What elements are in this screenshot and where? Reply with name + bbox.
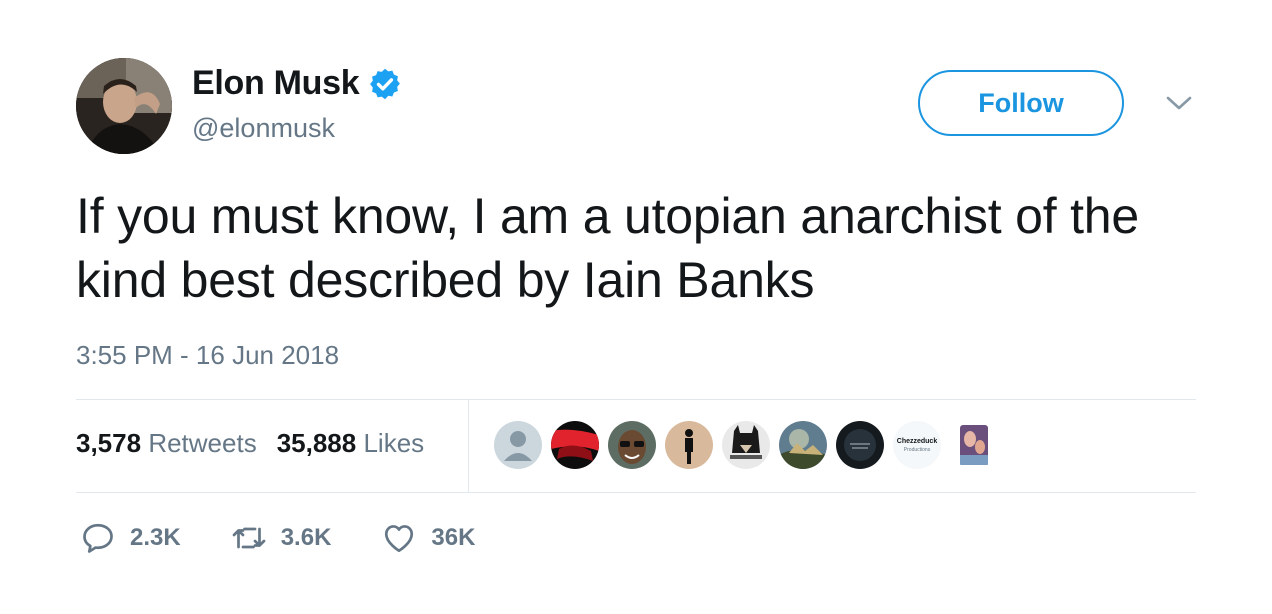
author-name[interactable]: Elon Musk	[192, 64, 360, 103]
reply-count: 2.3K	[130, 524, 181, 551]
follow-button[interactable]: Follow	[918, 70, 1124, 136]
heart-icon	[385, 525, 414, 553]
engagement-stats: 3,578 Retweets 35,888 Likes	[76, 428, 444, 459]
author-handle[interactable]: @elonmusk	[192, 113, 335, 144]
chezzeduck-subtitle: Productions	[903, 446, 931, 453]
reply-icon	[83, 523, 113, 553]
liker-avatar[interactable]	[950, 421, 998, 469]
tweet-actions: 2.3K 3.6K 36K	[80, 520, 525, 556]
retweets-stat[interactable]: 3,578 Retweets	[76, 428, 257, 459]
liker-avatar[interactable]	[779, 421, 827, 469]
retweet-icon	[232, 527, 266, 549]
tweet-text: If you must know, I am a utopian anarchi…	[76, 188, 1140, 308]
liker-avatars: Chezzeduck Productions	[494, 421, 1007, 469]
author-avatar[interactable]	[76, 58, 172, 154]
liker-avatar[interactable]	[494, 421, 542, 469]
like-count: 36K	[431, 524, 476, 551]
chevron-down-icon[interactable]	[1166, 94, 1192, 112]
liker-avatar-chezzeduck[interactable]: Chezzeduck Productions	[893, 421, 941, 469]
likes-stat[interactable]: 35,888 Likes	[277, 428, 424, 459]
liker-avatar[interactable]	[551, 421, 599, 469]
tweet-timestamp[interactable]: 3:55 PM - 16 Jun 2018	[76, 340, 339, 371]
liker-avatar[interactable]	[836, 421, 884, 469]
reply-button[interactable]: 2.3K	[80, 520, 181, 556]
retweet-count: 3.6K	[280, 524, 332, 551]
liker-avatar[interactable]	[665, 421, 713, 469]
chezzeduck-title: Chezzeduck	[896, 437, 938, 445]
like-button[interactable]: 36K	[381, 520, 475, 556]
likes-label: Likes	[363, 428, 425, 458]
likes-count: 35,888	[276, 428, 357, 458]
stats-bottom-divider	[76, 492, 1196, 493]
liker-avatar[interactable]	[608, 421, 656, 469]
retweets-count: 3,578	[76, 428, 142, 458]
retweet-button[interactable]: 3.6K	[231, 520, 332, 556]
stats-top-divider	[76, 399, 1196, 400]
liker-avatar[interactable]	[722, 421, 770, 469]
verified-badge-icon	[370, 68, 401, 99]
stats-vertical-divider	[468, 400, 469, 492]
retweets-label: Retweets	[148, 428, 257, 458]
